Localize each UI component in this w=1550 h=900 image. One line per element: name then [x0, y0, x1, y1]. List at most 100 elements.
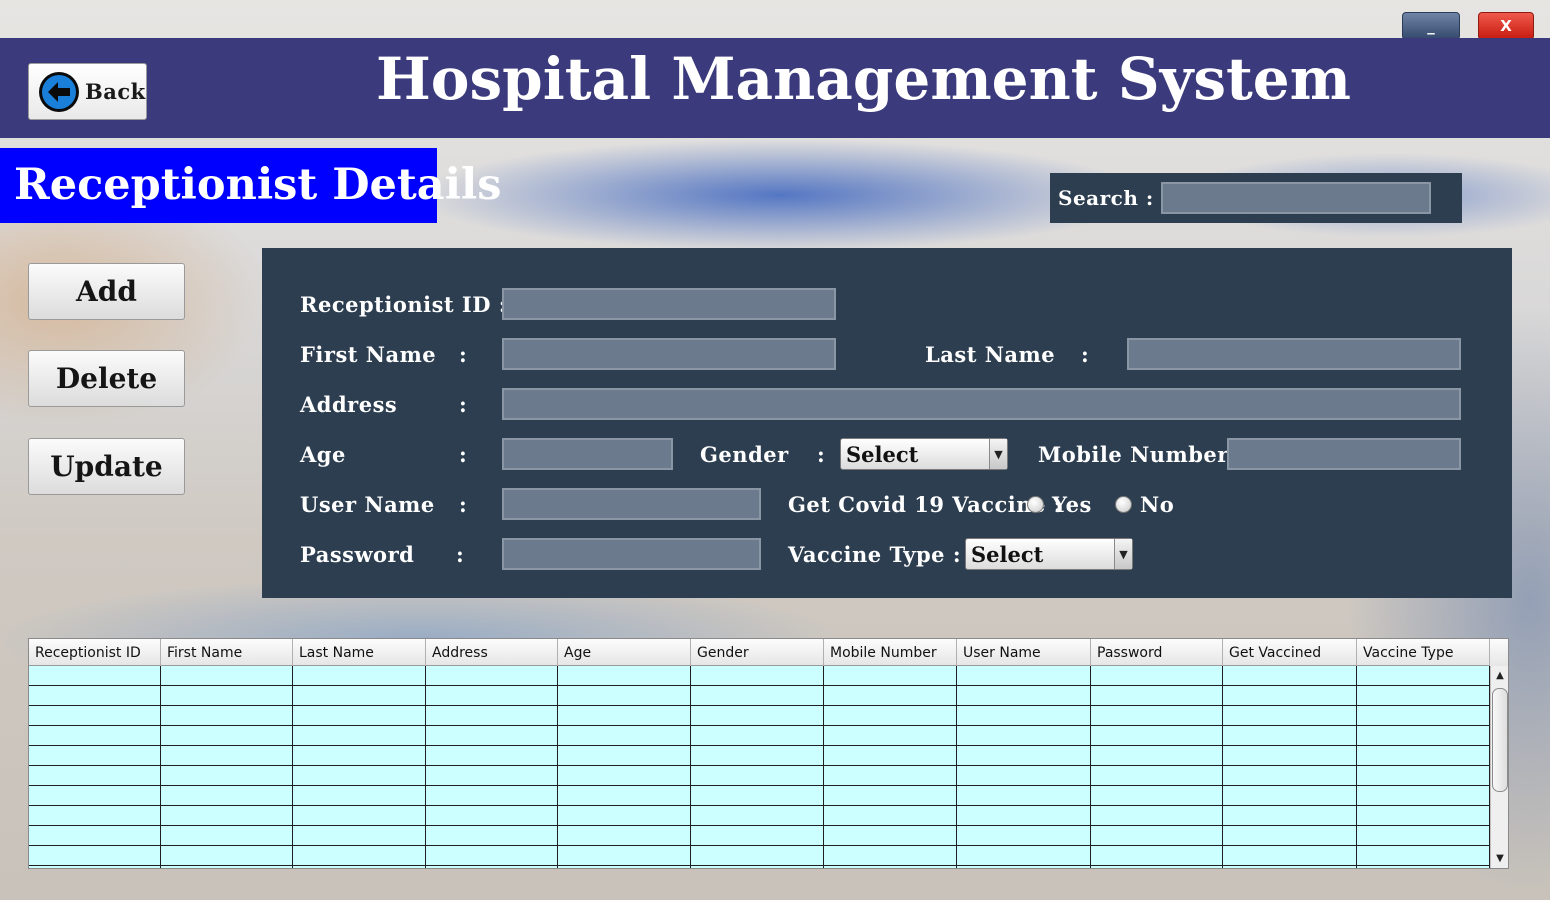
table-cell[interactable] [1091, 726, 1223, 746]
table-cell[interactable] [161, 766, 293, 786]
table-cell[interactable] [293, 706, 426, 726]
table-cell[interactable] [957, 766, 1091, 786]
table-cell[interactable] [293, 666, 426, 686]
table-row[interactable] [29, 706, 1490, 726]
table-cell[interactable] [1357, 766, 1490, 786]
column-header-user-name[interactable]: User Name [957, 639, 1091, 666]
table-cell[interactable] [161, 706, 293, 726]
receptionist-table[interactable]: Receptionist ID First Name Last Name Add… [28, 638, 1509, 869]
table-row[interactable] [29, 746, 1490, 766]
delete-button[interactable]: Delete [28, 350, 185, 407]
table-cell[interactable] [558, 866, 691, 868]
vaccine-type-select[interactable]: Select ▼ [965, 538, 1133, 570]
table-cell[interactable] [426, 806, 558, 826]
table-cell[interactable] [1223, 726, 1357, 746]
table-row[interactable] [29, 806, 1490, 826]
column-header-gender[interactable]: Gender [691, 639, 824, 666]
table-cell[interactable] [1091, 786, 1223, 806]
table-cell[interactable] [293, 846, 426, 866]
table-cell[interactable] [957, 846, 1091, 866]
table-cell[interactable] [1357, 846, 1490, 866]
search-input[interactable] [1161, 182, 1431, 214]
password-field[interactable] [502, 538, 761, 570]
table-cell[interactable] [558, 666, 691, 686]
table-cell[interactable] [558, 746, 691, 766]
table-cell[interactable] [293, 686, 426, 706]
table-cell[interactable] [691, 826, 824, 846]
table-cell[interactable] [1091, 846, 1223, 866]
table-cell[interactable] [161, 866, 293, 868]
table-cell[interactable] [558, 726, 691, 746]
scroll-up-arrow-icon[interactable]: ▲ [1491, 666, 1508, 684]
column-header-first-name[interactable]: First Name [161, 639, 293, 666]
table-cell[interactable] [824, 806, 957, 826]
receptionist-id-field[interactable] [502, 288, 836, 320]
scrollbar-thumb[interactable] [1492, 688, 1508, 792]
column-header-password[interactable]: Password [1091, 639, 1223, 666]
table-cell[interactable] [957, 866, 1091, 868]
column-header-vaccine-type[interactable]: Vaccine Type [1357, 639, 1490, 666]
table-cell[interactable] [1091, 706, 1223, 726]
column-header-receptionist-id[interactable]: Receptionist ID [29, 639, 161, 666]
table-cell[interactable] [1223, 826, 1357, 846]
table-cell[interactable] [426, 666, 558, 686]
table-cell[interactable] [29, 746, 161, 766]
vaccine-no-radio[interactable] [1115, 496, 1132, 513]
table-cell[interactable] [824, 746, 957, 766]
table-cell[interactable] [426, 846, 558, 866]
table-cell[interactable] [293, 766, 426, 786]
table-cell[interactable] [426, 726, 558, 746]
table-row[interactable] [29, 686, 1490, 706]
table-cell[interactable] [29, 666, 161, 686]
table-cell[interactable] [1357, 706, 1490, 726]
table-cell[interactable] [426, 826, 558, 846]
table-cell[interactable] [824, 786, 957, 806]
age-field[interactable] [502, 438, 673, 470]
table-cell[interactable] [1357, 666, 1490, 686]
table-cell[interactable] [1357, 826, 1490, 846]
table-cell[interactable] [957, 706, 1091, 726]
table-cell[interactable] [1223, 846, 1357, 866]
table-cell[interactable] [1357, 746, 1490, 766]
table-row[interactable] [29, 846, 1490, 866]
table-cell[interactable] [293, 746, 426, 766]
table-cell[interactable] [426, 746, 558, 766]
table-cell[interactable] [957, 826, 1091, 846]
table-cell[interactable] [29, 786, 161, 806]
table-cell[interactable] [1223, 766, 1357, 786]
user-name-field[interactable] [502, 488, 761, 520]
table-cell[interactable] [1357, 806, 1490, 826]
table-cell[interactable] [161, 746, 293, 766]
table-cell[interactable] [1223, 746, 1357, 766]
table-cell[interactable] [558, 846, 691, 866]
table-cell[interactable] [957, 806, 1091, 826]
table-cell[interactable] [293, 866, 426, 868]
address-field[interactable] [502, 388, 1461, 420]
table-cell[interactable] [691, 726, 824, 746]
table-cell[interactable] [1357, 786, 1490, 806]
table-cell[interactable] [691, 786, 824, 806]
table-cell[interactable] [161, 826, 293, 846]
table-cell[interactable] [161, 846, 293, 866]
table-cell[interactable] [1357, 726, 1490, 746]
table-row[interactable] [29, 766, 1490, 786]
table-cell[interactable] [824, 866, 957, 868]
mobile-number-field[interactable] [1227, 438, 1461, 470]
table-cell[interactable] [824, 686, 957, 706]
back-button[interactable]: Back [28, 63, 147, 120]
table-cell[interactable] [426, 786, 558, 806]
table-cell[interactable] [161, 786, 293, 806]
table-cell[interactable] [558, 706, 691, 726]
vertical-scrollbar[interactable]: ▲ ▼ [1490, 666, 1508, 868]
gender-select[interactable]: Select ▼ [840, 438, 1008, 470]
table-cell[interactable] [1223, 866, 1357, 868]
table-row[interactable] [29, 826, 1490, 846]
table-cell[interactable] [558, 766, 691, 786]
table-cell[interactable] [29, 686, 161, 706]
table-cell[interactable] [957, 666, 1091, 686]
column-header-last-name[interactable]: Last Name [293, 639, 426, 666]
table-row[interactable] [29, 666, 1490, 686]
table-cell[interactable] [29, 806, 161, 826]
table-cell[interactable] [1357, 866, 1490, 868]
table-cell[interactable] [29, 866, 161, 868]
